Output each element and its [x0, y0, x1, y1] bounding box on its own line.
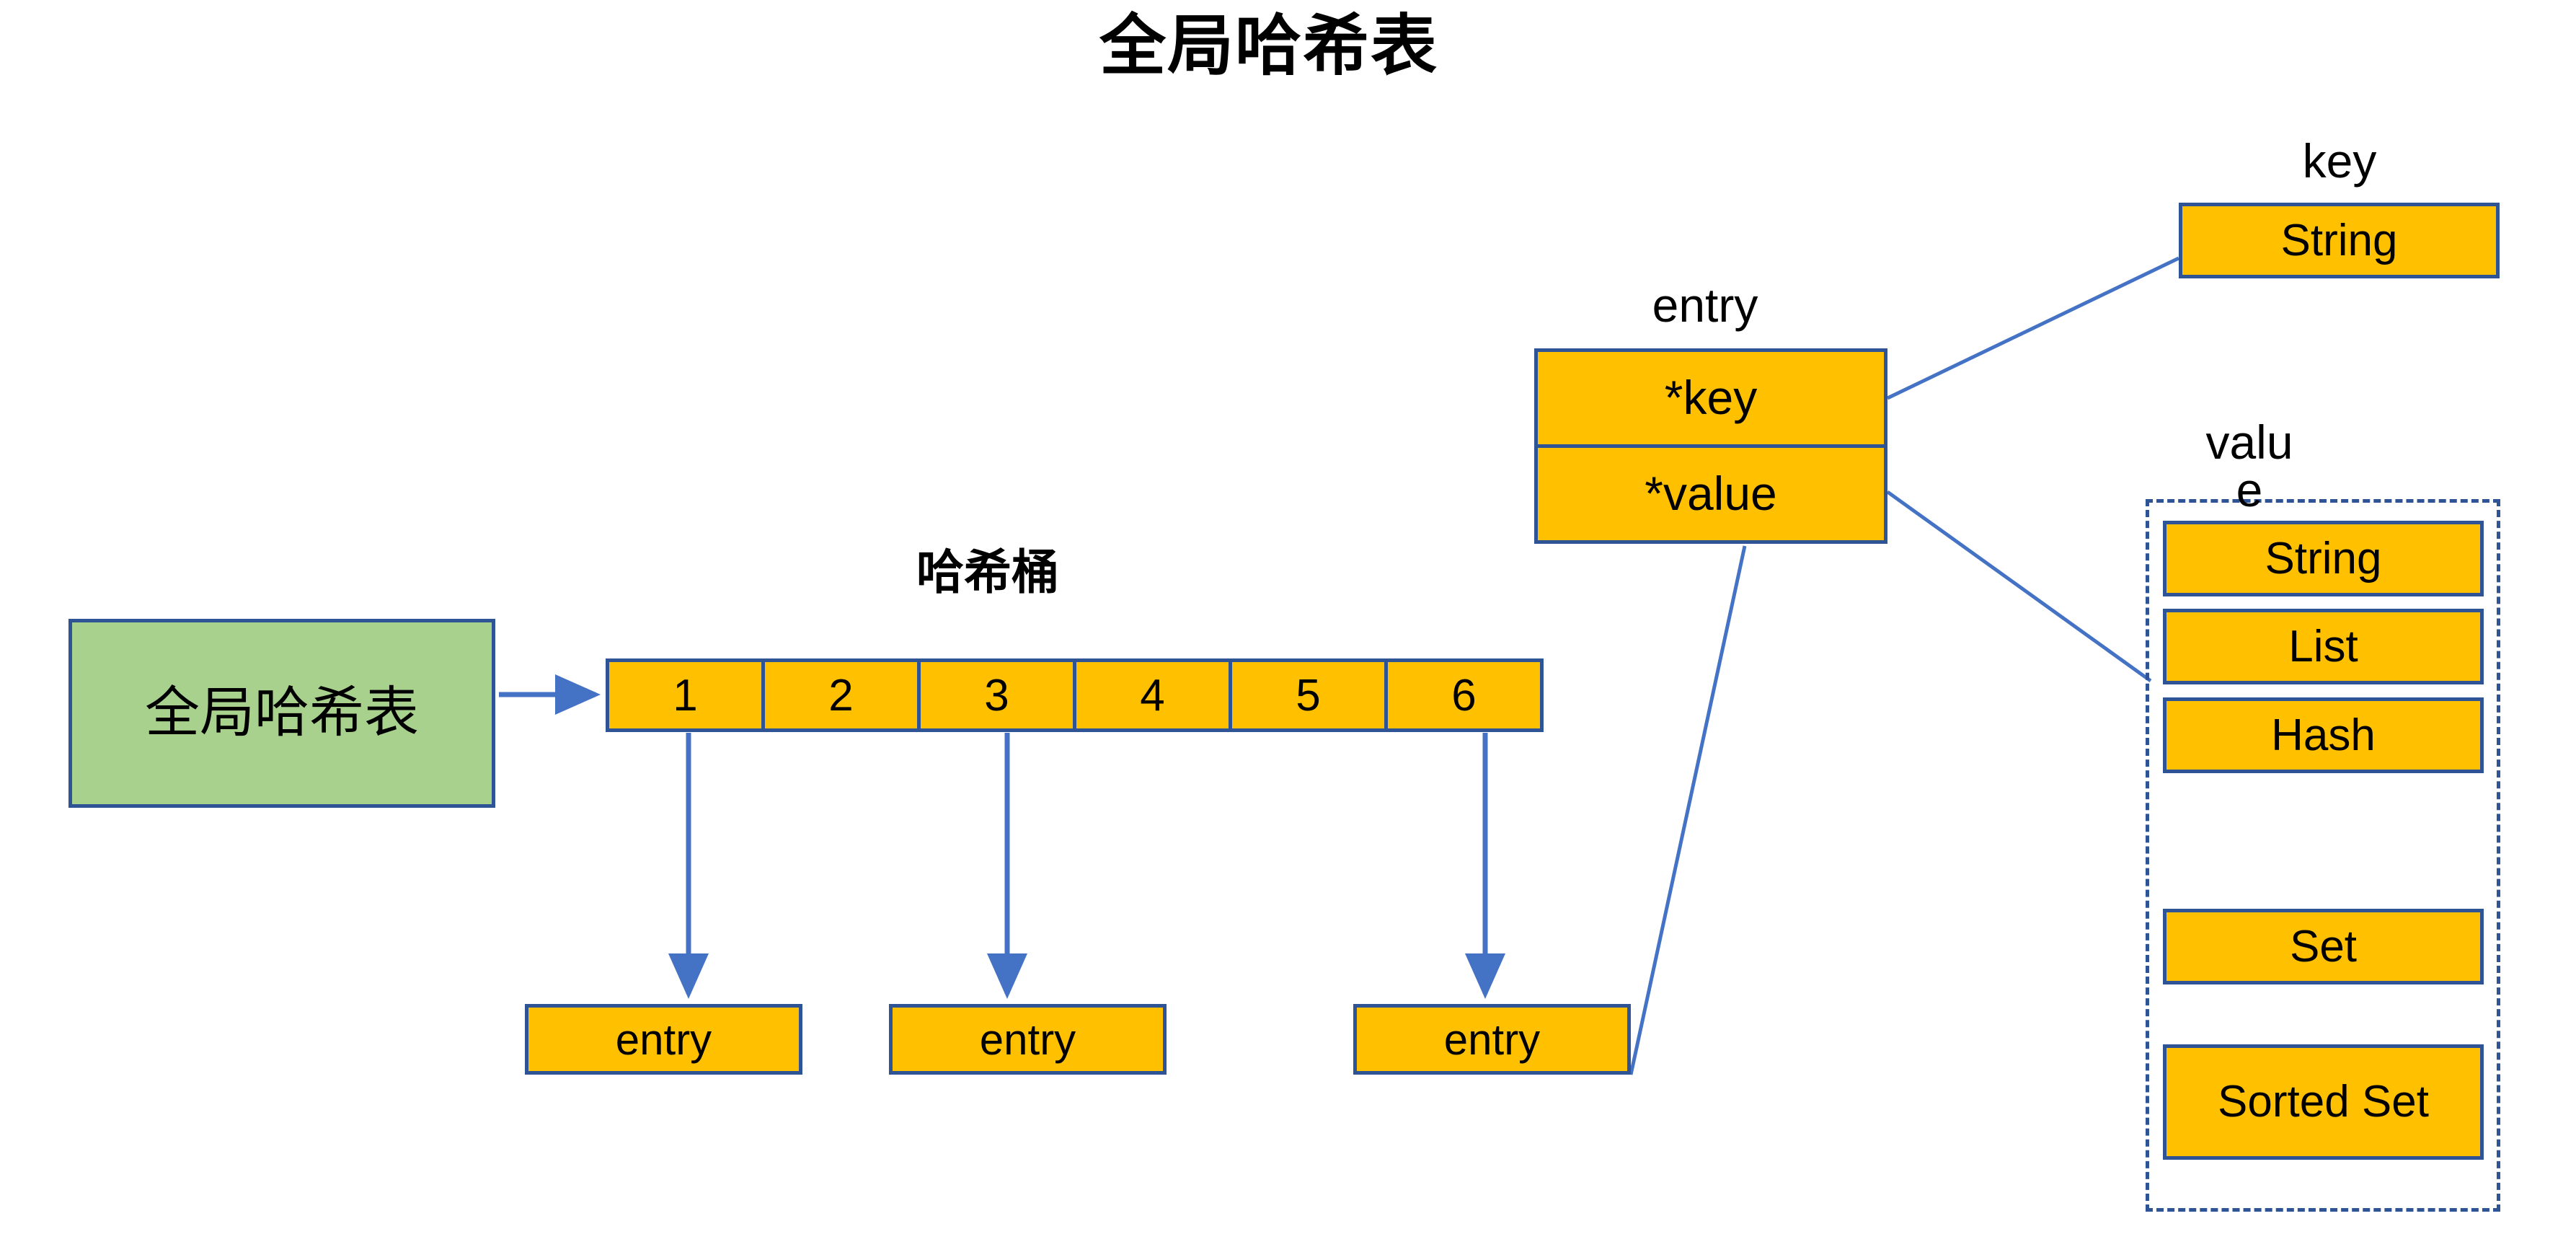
value-type-list[interactable]: List: [2163, 609, 2484, 684]
line-key-to-string: [1886, 256, 2180, 400]
bucket-cell-6[interactable]: 6: [1384, 658, 1544, 732]
hash-bucket-row: 1 2 3 4 5 6: [606, 658, 1544, 732]
entry-box-2[interactable]: entry: [889, 1004, 1167, 1075]
key-group-label: key: [2302, 134, 2377, 188]
value-type-hash[interactable]: Hash: [2163, 697, 2484, 773]
key-type-string[interactable]: String: [2179, 203, 2500, 278]
bucket-cell-5[interactable]: 5: [1229, 658, 1388, 732]
value-group-label: value: [2205, 415, 2293, 516]
value-type-set[interactable]: Set: [2163, 909, 2484, 984]
entry-box-3[interactable]: entry: [1353, 1004, 1631, 1075]
bucket-cell-2[interactable]: 2: [761, 658, 921, 732]
hash-bucket-label: 哈希桶: [916, 545, 1059, 599]
line-entry3-to-entry-struct: [1629, 545, 1747, 1075]
entry-box-1[interactable]: entry: [525, 1004, 802, 1075]
value-type-string[interactable]: String: [2163, 521, 2484, 596]
entry-field-key[interactable]: *key: [1534, 348, 1887, 448]
entry-field-value[interactable]: *value: [1534, 444, 1887, 544]
global-hash-table-box[interactable]: 全局哈希表: [68, 619, 495, 808]
bucket-cell-4[interactable]: 4: [1073, 658, 1232, 732]
diagram-canvas: 全局哈希表 全局哈希表 哈希桶 1 2 3 4 5 6 entry entry …: [0, 0, 2576, 1260]
entry-struct-label: entry: [1652, 278, 1758, 332]
bucket-cell-1[interactable]: 1: [606, 658, 765, 732]
bucket-cell-3[interactable]: 3: [917, 658, 1076, 732]
value-type-sorted-set[interactable]: Sorted Set: [2163, 1044, 2484, 1160]
page-title: 全局哈希表: [1099, 9, 1438, 83]
line-value-to-types: [1886, 490, 2152, 683]
